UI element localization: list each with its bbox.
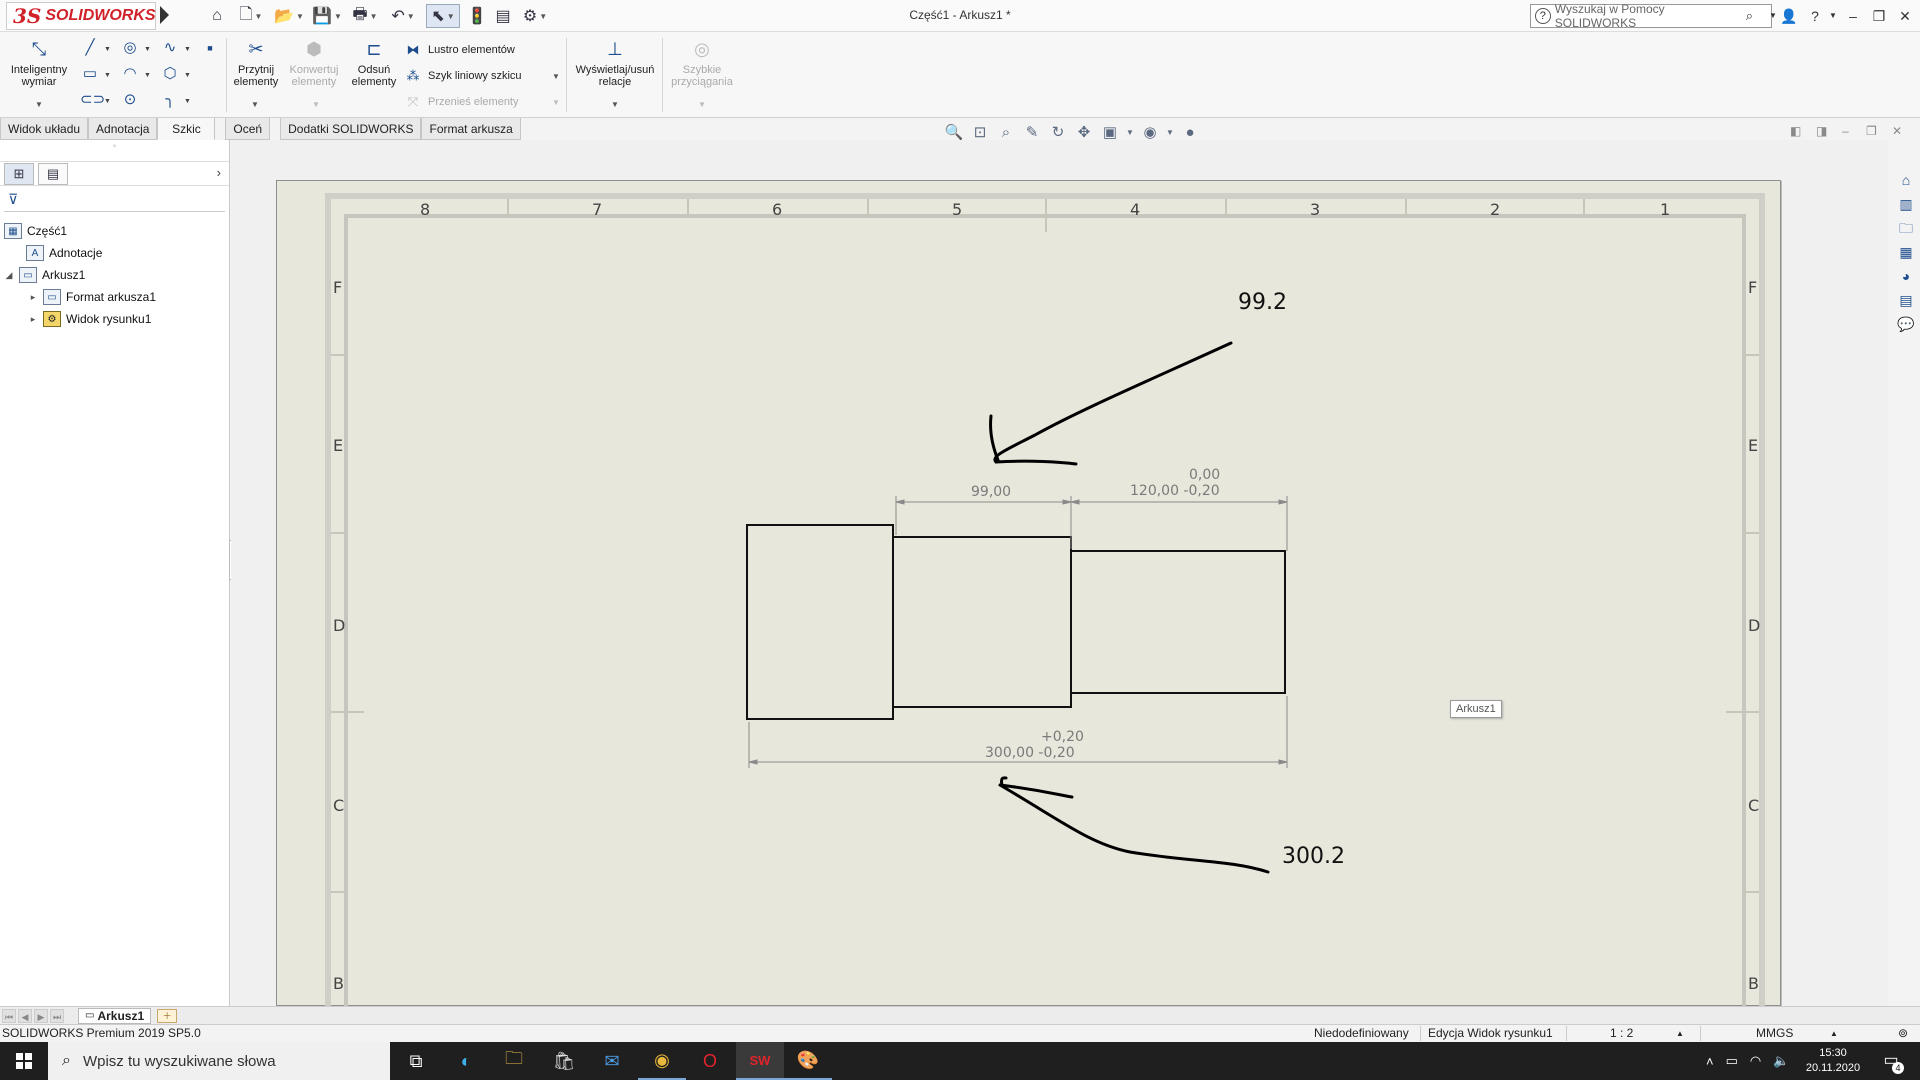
status-units[interactable]: MMGS (1756, 1026, 1793, 1040)
dimension-120[interactable]: 120,00 -0,20 (1130, 483, 1220, 499)
sheet-tabs-bar: ⏮ ◀ ▶ ⏭ ▭ Arkusz1 ＋ (0, 1006, 1920, 1024)
zone-row-d-right: D (1748, 616, 1761, 635)
dimension-300[interactable]: 300,00 -0,20 (985, 745, 1075, 761)
sheet-tab-arkusz1[interactable]: ▭ Arkusz1 (78, 1007, 152, 1024)
opera-icon[interactable]: O (686, 1042, 734, 1080)
windows-taskbar: ⌕ Wpisz tu wyszukiwane słowa ⧉ ◐ 🗀 🛍 ✉ ◉… (0, 1042, 1920, 1080)
sheet-name-tooltip: Arkusz1 (1450, 700, 1502, 718)
status-separator (1420, 1026, 1421, 1041)
shaft-section-2[interactable] (892, 536, 1072, 708)
paint-icon[interactable]: 🎨 (784, 1042, 832, 1080)
status-help-icon[interactable]: ⊚ (1898, 1026, 1908, 1040)
scale-dropdown-icon[interactable]: ▲ (1676, 1029, 1684, 1038)
file-explorer-icon[interactable]: 🗀 (490, 1042, 538, 1080)
prev-sheet-icon[interactable]: ◀ (18, 1008, 32, 1023)
handwritten-note-300-2: 300.2 (1282, 844, 1345, 869)
solidworks-taskbar-icon[interactable]: SW (736, 1042, 784, 1080)
status-separator-2 (1566, 1026, 1567, 1041)
design-library-icon[interactable]: ▥ (1896, 194, 1916, 214)
start-button[interactable] (0, 1042, 48, 1080)
sheet-border-outer (325, 193, 1765, 1019)
task-pane: ⌂ ▥ 🗀 ▦ ◕ ▤ 💬 (1888, 166, 1920, 1006)
edge-browser-icon[interactable]: ◐ (442, 1042, 490, 1080)
wifi-icon[interactable]: ◠ (1750, 1053, 1761, 1069)
zone-col-4: 4 (1130, 200, 1141, 219)
view-palette-icon[interactable]: ▦ (1896, 242, 1916, 262)
show-hidden-icons-icon[interactable]: ˄ (1706, 1054, 1714, 1069)
appearances-icon[interactable]: ◕ (1896, 266, 1916, 286)
zone-col-2: 2 (1490, 200, 1501, 219)
volume-icon[interactable]: 🔈 (1773, 1053, 1789, 1069)
zone-col-5: 5 (952, 200, 963, 219)
status-bar: SOLIDWORKS Premium 2019 SP5.0 Niedodefin… (0, 1024, 1920, 1042)
custom-properties-icon[interactable]: ▤ (1896, 290, 1916, 310)
forum-icon[interactable]: 💬 (1896, 314, 1916, 334)
next-sheet-icon[interactable]: ▶ (34, 1008, 48, 1023)
zone-row-c-left: C (333, 796, 345, 815)
notification-count-badge: 4 (1892, 1062, 1904, 1074)
dimension-120-upper-tolerance[interactable]: 0,00 (1189, 467, 1220, 483)
last-sheet-icon[interactable]: ⏭ (50, 1008, 64, 1023)
status-product: SOLIDWORKS Premium 2019 SP5.0 (2, 1026, 201, 1040)
system-tray: ˄ ▭ ◠ 🔈 (1706, 1042, 1789, 1080)
search-icon: ⌕ (62, 1052, 71, 1069)
file-explorer-icon[interactable]: 🗀 (1896, 218, 1916, 238)
status-definition: Niedodefiniowany (1314, 1026, 1409, 1040)
zone-row-c-right: C (1748, 796, 1760, 815)
clock-date: 20.11.2020 (1805, 1062, 1861, 1074)
units-dropdown-icon[interactable]: ▲ (1830, 1029, 1838, 1038)
shaft-section-1[interactable] (746, 524, 894, 720)
zone-row-d-left: D (333, 616, 346, 635)
zone-col-8: 8 (420, 200, 431, 219)
sheet-tab-label: Arkusz1 (97, 1008, 145, 1023)
zone-row-f-left: F (333, 278, 343, 297)
drawing-geometry (325, 193, 1765, 1019)
status-separator-3 (1700, 1026, 1701, 1041)
taskbar-search-placeholder: Wpisz tu wyszukiwane słowa (82, 1052, 276, 1070)
zone-col-7: 7 (592, 200, 603, 219)
sheet-border-inner (344, 214, 1746, 1018)
zone-col-6: 6 (772, 200, 783, 219)
handwritten-arrow-top (989, 341, 1233, 466)
mail-icon[interactable]: ✉ (588, 1042, 636, 1080)
handwritten-note-99-2: 99.2 (1238, 290, 1287, 315)
first-sheet-icon[interactable]: ⏮ (2, 1008, 16, 1023)
zone-col-3: 3 (1310, 200, 1321, 219)
handwritten-arrow-bottom (998, 776, 1270, 874)
taskbar-clock[interactable]: 15:30 20.11.2020 (1790, 1046, 1876, 1076)
zone-dividers (331, 199, 1759, 893)
solidworks-resources-icon[interactable]: ⌂ (1896, 170, 1916, 190)
zone-col-1: 1 (1660, 200, 1671, 219)
battery-icon[interactable]: ▭ (1726, 1053, 1738, 1069)
zone-row-b-left: B (333, 974, 344, 993)
status-editing: Edycja Widok rysunku1 (1428, 1026, 1553, 1040)
sheet-tab-icon: ▭ (85, 1009, 95, 1021)
taskbar-search-input[interactable]: ⌕ Wpisz tu wyszukiwane słowa (48, 1042, 390, 1080)
zone-row-b-right: B (1748, 974, 1759, 993)
dimension-99[interactable]: 99,00 (971, 484, 1011, 500)
zone-row-f-right: F (1748, 278, 1758, 297)
windows-logo-icon (16, 1053, 32, 1069)
shaft-section-3[interactable] (1070, 550, 1286, 694)
status-scale[interactable]: 1 : 2 (1610, 1026, 1633, 1040)
clock-time: 15:30 (1819, 1047, 1847, 1059)
store-icon[interactable]: 🛍 (540, 1042, 588, 1080)
zone-row-e-left: E (333, 436, 344, 455)
notification-center-icon[interactable]: ▭ 4 (1880, 1050, 1904, 1074)
dimension-300-upper-tolerance[interactable]: +0,20 (1041, 729, 1084, 745)
add-sheet-icon[interactable]: ＋ (157, 1008, 178, 1023)
task-view-icon[interactable]: ⧉ (392, 1042, 440, 1080)
zone-row-e-right: E (1748, 436, 1759, 455)
chrome-icon[interactable]: ◉ (638, 1042, 686, 1080)
